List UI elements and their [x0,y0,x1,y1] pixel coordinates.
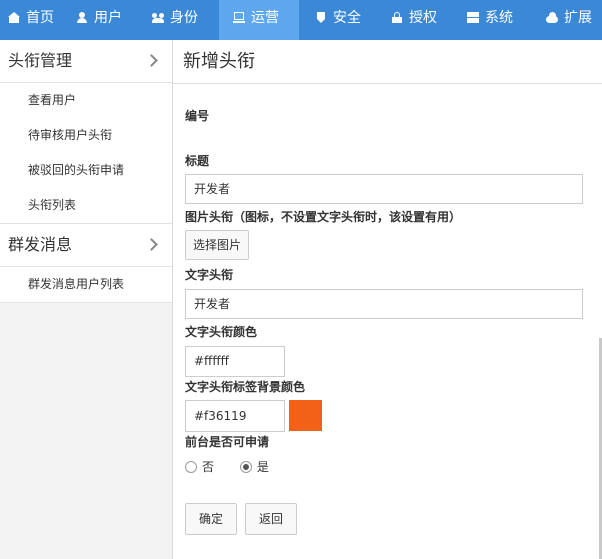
sidebar-list: 群发消息用户列表 [0,267,172,303]
text-color-label: 文字头衔颜色 [185,325,258,339]
bg-color-label: 文字头衔标签背景颜色 [185,380,306,394]
radio-yes[interactable] [239,461,252,473]
radio-option-no[interactable]: 否 [185,458,214,475]
sidebar-item-rejected-titles[interactable]: 被驳回的头衔申请 [0,153,172,188]
nav-label: 授权 [409,10,437,26]
sidebar-item-broadcast-users[interactable]: 群发消息用户列表 [0,267,172,302]
radio-no-label: 否 [202,460,215,474]
nav-label: 用户 [94,10,122,26]
id-label: 编号 [185,109,210,123]
nav-user[interactable]: 用户 [68,0,130,40]
apply-radio-group: 否 是 [185,458,291,475]
top-nav: 首页 用户 身份 运营 安全 授权 系统 扩展 [0,0,602,40]
radio-option-yes[interactable]: 是 [239,458,269,475]
nav-home[interactable]: 首页 [0,0,62,40]
title-input[interactable]: 开发者 [185,174,583,204]
sidebar-group-title: 头衔管理 [8,51,73,70]
shield-icon [315,12,327,23]
laptop-icon [233,12,245,23]
apply-label: 前台是否可申请 [185,435,270,449]
page-title: 新增头衔 [173,40,602,84]
nav-label: 身份 [170,10,198,26]
nav-label: 系统 [485,10,513,26]
nav-extensions[interactable]: 扩展 [538,0,600,40]
nav-label: 扩展 [564,10,592,26]
main-content: 新增头衔 编号 标题 开发者 图片头衔（图标，不设置文字头衔时，该设置有用） 选… [173,40,602,559]
user-icon [76,12,88,23]
text-title-label: 文字头衔 [185,268,234,282]
nav-label: 首页 [26,10,54,26]
sidebar-group-header[interactable]: 群发消息 [0,224,172,267]
sidebar-group-header[interactable]: 头衔管理 [0,40,172,83]
confirm-button[interactable]: 确定 [185,503,237,535]
users-icon [152,12,164,23]
nav-identity[interactable]: 身份 [144,0,206,40]
text-color-input[interactable]: #ffffff [185,346,285,377]
lock-icon [391,12,403,23]
text-title-input[interactable]: 开发者 [185,289,583,319]
sidebar-group-messages: 群发消息 群发消息用户列表 [0,224,172,303]
image-title-label: 图片头衔（图标，不设置文字头衔时，该设置有用） [185,210,462,224]
nav-operations[interactable]: 运营 [219,0,299,40]
title-label: 标题 [185,154,210,168]
back-button[interactable]: 返回 [245,503,297,535]
bg-color-swatch[interactable] [289,400,322,431]
bg-color-input[interactable]: #f36119 [185,400,285,432]
sidebar-group-title: 群发消息 [8,235,73,254]
sidebar-list: 查看用户 待审核用户头衔 被驳回的头衔申请 头衔列表 [0,83,172,224]
chevron-right-icon [145,54,158,67]
sidebar-item-pending-titles[interactable]: 待审核用户头衔 [0,118,172,153]
nav-security[interactable]: 安全 [307,0,369,40]
radio-yes-label: 是 [256,460,269,474]
nav-label: 安全 [333,10,361,26]
chevron-right-icon [145,238,158,251]
sidebar-item-title-list[interactable]: 头衔列表 [0,188,172,223]
nav-system[interactable]: 系统 [459,0,521,40]
sidebar-item-view-users[interactable]: 查看用户 [0,83,172,118]
cloud-icon [546,12,558,23]
choose-image-button[interactable]: 选择图片 [185,230,249,260]
nav-label: 运营 [251,10,279,26]
home-icon [8,12,20,23]
nav-authorization[interactable]: 授权 [383,0,445,40]
radio-no[interactable] [185,461,197,473]
sidebar-group-titles: 头衔管理 查看用户 待审核用户头衔 被驳回的头衔申请 头衔列表 [0,40,172,224]
sidebar: 头衔管理 查看用户 待审核用户头衔 被驳回的头衔申请 头衔列表 群发消息 群发消… [0,40,173,559]
grid-icon [467,12,479,23]
